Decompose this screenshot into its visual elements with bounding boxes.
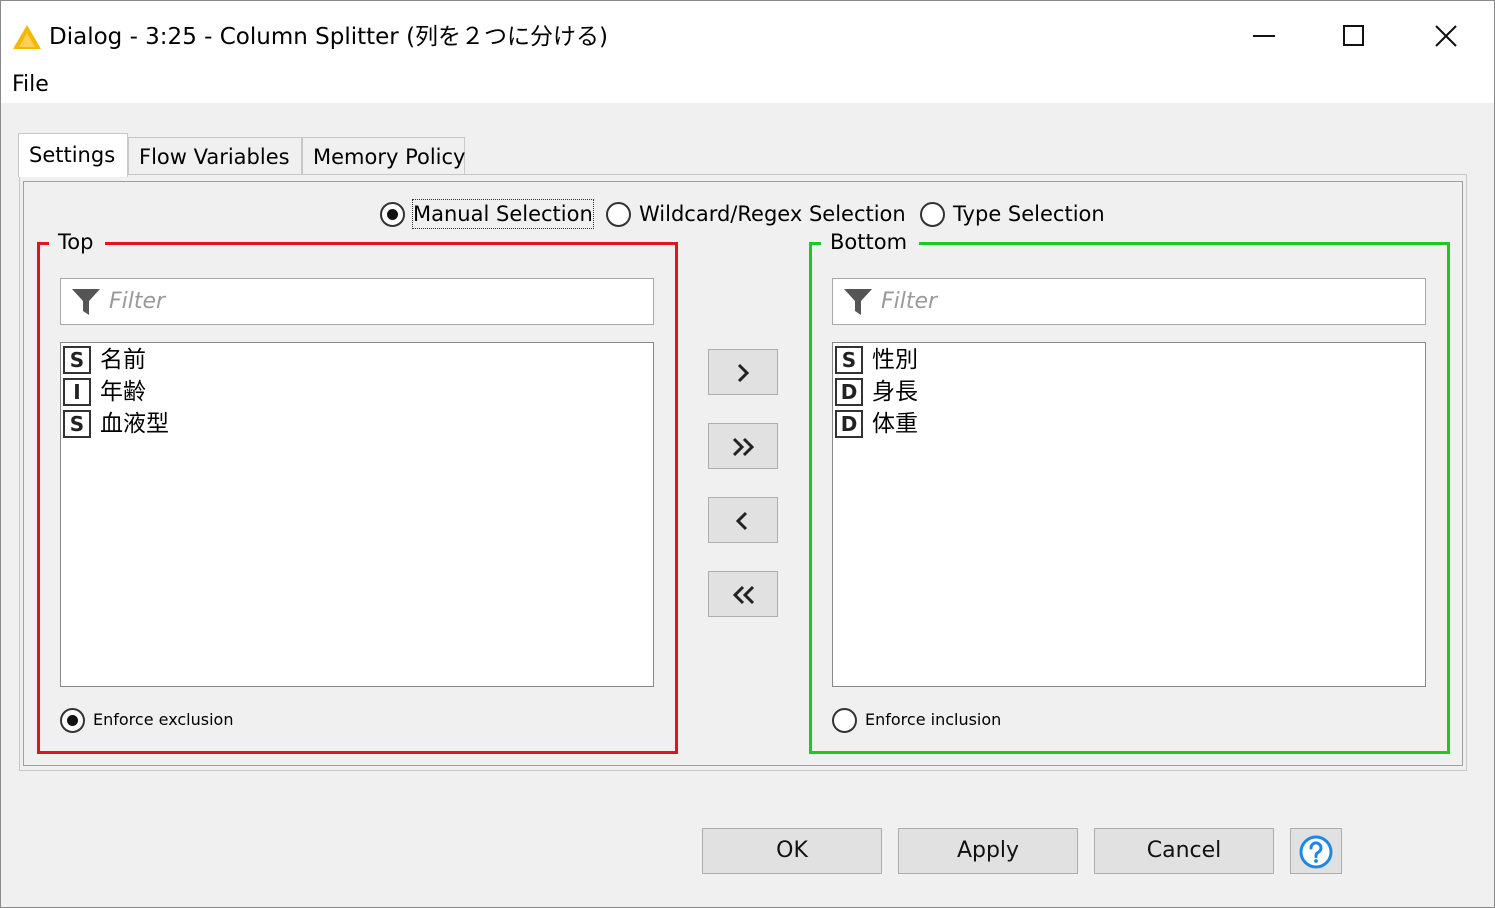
list-item[interactable]: S 性別: [835, 344, 918, 376]
radio-label: Wildcard/Regex Selection: [639, 202, 906, 226]
column-name: 性別: [872, 347, 918, 373]
integer-type-icon: I: [63, 378, 91, 406]
ok-button[interactable]: OK: [702, 828, 882, 874]
help-button[interactable]: [1290, 828, 1342, 874]
top-filter-input[interactable]: [107, 285, 637, 318]
column-name: 年齢: [100, 379, 146, 405]
top-group: Top S 名前 I 年齢: [37, 228, 678, 754]
minimize-icon: [1253, 35, 1275, 37]
string-type-icon: S: [63, 410, 91, 438]
help-question-icon: [1299, 835, 1333, 869]
radio-manual-selection[interactable]: Manual Selection: [380, 199, 594, 229]
maximize-icon: [1343, 25, 1364, 46]
bottom-group-title: Bottom: [821, 228, 920, 256]
tab-settings[interactable]: Settings: [18, 133, 128, 177]
enforce-inclusion-option[interactable]: Enforce inclusion: [832, 706, 1001, 734]
column-name: 血液型: [100, 411, 169, 437]
bottom-column-list[interactable]: S 性別 D 身長 D 体重: [832, 342, 1426, 687]
filter-icon: [844, 289, 872, 315]
move-all-left-button[interactable]: [708, 571, 778, 617]
knime-warning-triangle-icon: [13, 25, 41, 49]
maximize-button[interactable]: [1324, 11, 1384, 61]
menu-file[interactable]: File: [10, 70, 51, 100]
radio-button-checked[interactable]: [60, 707, 85, 733]
list-item[interactable]: I 年齢: [63, 376, 146, 408]
radio-type-selection[interactable]: Type Selection: [920, 200, 1105, 228]
column-name: 名前: [100, 347, 146, 373]
menu-bar: File: [1, 69, 1494, 103]
double-chevron-right-icon: [732, 437, 755, 457]
list-item[interactable]: S 名前: [63, 344, 146, 376]
bottom-group: Bottom S 性別 D 身長: [809, 228, 1450, 754]
dialog-window: Dialog - 3:25 - Column Splitter (列を２つに分け…: [0, 0, 1495, 908]
close-button[interactable]: [1416, 11, 1476, 61]
settings-panel: Manual Selection Wildcard/Regex Selectio…: [19, 174, 1467, 771]
bottom-filter-box[interactable]: [832, 278, 1426, 325]
list-item[interactable]: S 血液型: [63, 408, 169, 440]
radio-button[interactable]: [920, 201, 945, 227]
move-selected-right-button[interactable]: [708, 349, 778, 395]
chevron-left-icon: [735, 511, 748, 531]
string-type-icon: S: [63, 346, 91, 374]
window-title: Dialog - 3:25 - Column Splitter (列を２つに分け…: [49, 24, 609, 50]
double-chevron-left-icon: [732, 585, 755, 605]
tab-memory-policy[interactable]: Memory Policy: [302, 137, 466, 175]
apply-button[interactable]: Apply: [898, 828, 1078, 874]
cancel-button[interactable]: Cancel: [1094, 828, 1274, 874]
column-filter-area: Manual Selection Wildcard/Regex Selectio…: [23, 181, 1463, 766]
radio-button[interactable]: [606, 201, 631, 227]
radio-button[interactable]: [832, 707, 857, 733]
enforce-exclusion-label: Enforce exclusion: [93, 710, 234, 729]
list-item[interactable]: D 身長: [835, 376, 918, 408]
double-type-icon: D: [835, 378, 863, 406]
close-icon: [1435, 25, 1457, 47]
radio-label: Manual Selection: [412, 199, 594, 229]
radio-button-checked[interactable]: [380, 201, 405, 227]
radio-label: Type Selection: [953, 202, 1105, 226]
enforce-inclusion-label: Enforce inclusion: [865, 710, 1002, 729]
column-name: 体重: [872, 411, 918, 437]
title-bar[interactable]: Dialog - 3:25 - Column Splitter (列を２つに分け…: [1, 1, 1494, 69]
minimize-button[interactable]: [1234, 11, 1294, 61]
filter-icon: [72, 289, 100, 315]
top-filter-box[interactable]: [60, 278, 654, 325]
move-selected-left-button[interactable]: [708, 497, 778, 543]
list-item[interactable]: D 体重: [835, 408, 918, 440]
top-group-title: Top: [49, 228, 106, 256]
move-all-right-button[interactable]: [708, 423, 778, 469]
double-type-icon: D: [835, 410, 863, 438]
chevron-right-icon: [737, 363, 750, 383]
tab-flow-variables[interactable]: Flow Variables: [128, 137, 302, 175]
radio-wildcard-selection[interactable]: Wildcard/Regex Selection: [606, 200, 906, 228]
top-column-list[interactable]: S 名前 I 年齢 S 血液型: [60, 342, 654, 687]
bottom-filter-input[interactable]: [879, 285, 1409, 318]
string-type-icon: S: [835, 346, 863, 374]
enforce-exclusion-option[interactable]: Enforce exclusion: [60, 706, 233, 734]
column-name: 身長: [872, 379, 918, 405]
